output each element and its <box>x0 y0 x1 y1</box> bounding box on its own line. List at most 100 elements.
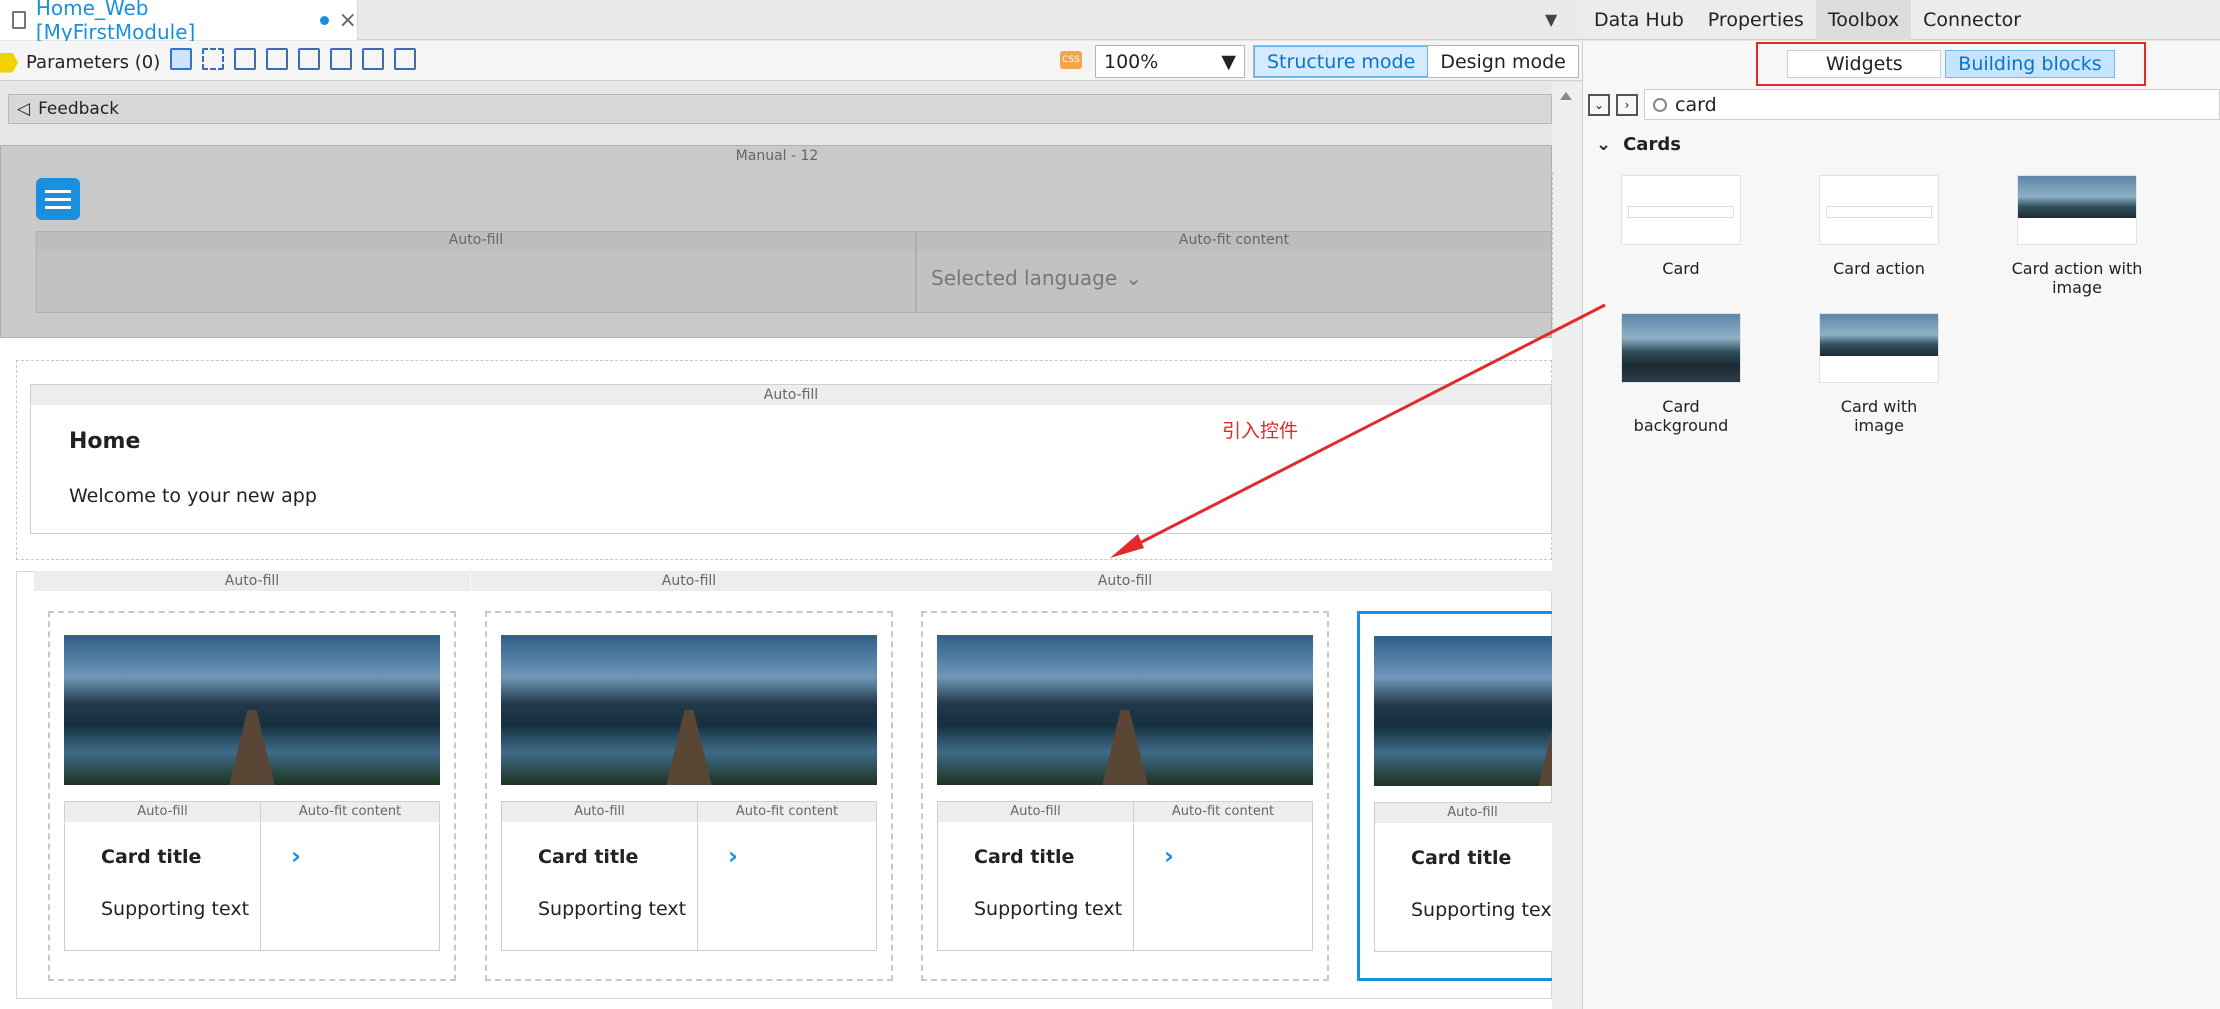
zoom-select[interactable]: 100% ▼ <box>1095 45 1245 78</box>
card-column[interactable]: Auto-fill Auto-fill Card title Supportin… <box>34 571 470 999</box>
autofill-label: Auto-fill <box>907 571 1343 591</box>
data-view-icon[interactable] <box>266 48 288 70</box>
collapse-all-icon[interactable]: › <box>1616 93 1638 116</box>
structure-tree-icon[interactable] <box>394 48 416 70</box>
toolbox-item-card[interactable]: Card <box>1616 175 1746 278</box>
css-icon[interactable]: CSS <box>1060 51 1082 69</box>
card-thumbnail <box>1621 175 1741 245</box>
megaphone-icon: ◁ <box>17 99 31 119</box>
tab-properties[interactable]: Properties <box>1696 0 1816 40</box>
card-title: Card title <box>101 846 202 868</box>
annotation-arrow <box>1110 303 1606 558</box>
building-blocks-segment[interactable]: Building blocks <box>1945 50 2115 78</box>
autofill-label: Auto-fill <box>938 802 1133 822</box>
autofill-label: Auto-fill <box>502 802 697 822</box>
card-supporting-text: Supporting text <box>538 898 687 920</box>
chevron-down-icon: ⌄ <box>1125 266 1142 290</box>
search-icon <box>1653 97 1667 112</box>
category-label: Cards <box>1623 134 1681 155</box>
card[interactable]: Auto-fill Card title Supporting text Aut… <box>921 611 1329 981</box>
toolbox-item-card-action[interactable]: Card action <box>1814 175 1944 278</box>
zoom-value: 100% <box>1104 50 1159 73</box>
card-title: Card title <box>974 846 1075 868</box>
toolbox-item-label: Card action with image <box>2011 259 2143 297</box>
card-action-thumbnail <box>1819 175 1939 245</box>
tab-data-hub[interactable]: Data Hub <box>1582 0 1696 40</box>
unsaved-dot-icon <box>319 15 329 25</box>
card-body: Auto-fill Card title Supporting text Aut… <box>937 801 1313 951</box>
card-supporting-text: Supporting text <box>974 898 1123 920</box>
autofit-label: Auto-fit content <box>917 232 1551 250</box>
toolbox-item-card-with-image[interactable]: Card with image <box>1814 313 1944 435</box>
card-action-image-thumbnail <box>2017 175 2137 245</box>
header-autofill-cell[interactable]: Auto-fill <box>36 231 916 313</box>
container-icon[interactable] <box>202 48 224 70</box>
toolbox-item-label: Card <box>1662 259 1700 278</box>
toolbox-item-card-background[interactable]: Card background <box>1616 313 1746 435</box>
page-title: Home <box>69 429 141 454</box>
autofill-label: Au <box>1343 571 1552 591</box>
autofill-label: Auto-fill <box>34 571 470 591</box>
text-box-icon[interactable] <box>298 48 320 70</box>
toolbox-item-label: Card with image <box>1840 397 1918 435</box>
card-column[interactable]: Au Auto-fill Card title Supporting text <box>1343 571 1552 999</box>
layout-grid-icon[interactable] <box>234 48 256 70</box>
parameter-tag-icon <box>0 52 18 73</box>
card[interactable]: Auto-fill Card title Supporting text Aut… <box>48 611 456 981</box>
parameters-label: Parameters (0) <box>26 52 161 73</box>
card-supporting-text: Supporting text <box>101 898 250 920</box>
card[interactable]: Auto-fill Card title Supporting text Aut… <box>485 611 893 981</box>
card-with-image-thumbnail <box>1819 313 1939 383</box>
right-pane-tabs: Data Hub Properties Toolbox Connector <box>1582 0 2220 40</box>
toolbox-search-input[interactable]: card <box>1644 89 2220 120</box>
search-value: card <box>1675 93 1717 116</box>
toolbox-search-row: ⌄ › card <box>1588 88 2220 121</box>
conditional-visibility-icon[interactable] <box>362 48 384 70</box>
category-cards-header[interactable]: ⌄ Cards <box>1596 134 1681 155</box>
close-icon[interactable]: × <box>339 8 357 33</box>
autofill-label: Auto-fill <box>37 232 915 250</box>
autofit-label: Auto-fit content <box>1134 802 1312 822</box>
design-mode-button[interactable]: Design mode <box>1428 46 1578 77</box>
card-column[interactable]: Auto-fill Auto-fill Card title Supportin… <box>471 571 907 999</box>
scroll-up-icon[interactable] <box>1560 92 1572 100</box>
feedback-label: Feedback <box>38 99 120 119</box>
mode-toggle: Structure mode Design mode <box>1253 45 1579 78</box>
autofill-label: Auto-fill <box>65 802 260 822</box>
tab-toolbox[interactable]: Toolbox <box>1815 0 1912 40</box>
card-image <box>937 635 1313 785</box>
card-body: Auto-fill Card title Supporting text <box>1374 802 1552 952</box>
expand-all-icon[interactable]: ⌄ <box>1588 93 1610 116</box>
autofit-label: Auto-fit content <box>261 802 439 822</box>
language-selector-label: Selected language <box>931 266 1118 290</box>
card-image <box>64 635 440 785</box>
card-column[interactable]: Auto-fill Auto-fill Card title Supportin… <box>907 571 1343 999</box>
editor-tab-title: Home_Web [MyFirstModule] <box>35 0 196 44</box>
chevron-down-icon: ▼ <box>1221 50 1236 73</box>
card-selected[interactable]: Auto-fill Card title Supporting text <box>1357 611 1552 981</box>
toolbar-icon-group <box>170 48 416 70</box>
tab-connector[interactable]: Connector <box>1911 0 2033 40</box>
language-selector[interactable]: Selected language ⌄ <box>931 266 1142 290</box>
toolbox-item-card-action-with-image[interactable]: Card action with image <box>1992 175 2162 297</box>
editor-tab-home-web[interactable]: Home_Web [MyFirstModule] × <box>0 0 358 44</box>
autofill-label: Auto-fill <box>471 571 907 591</box>
card-background-thumbnail <box>1621 313 1741 383</box>
button-icon[interactable] <box>330 48 352 70</box>
parameters-button[interactable]: Parameters (0) <box>0 52 160 73</box>
chevron-right-icon[interactable]: › <box>291 842 301 870</box>
card-supporting-text: Supporting text <box>1411 899 1552 921</box>
autofit-label: Auto-fit content <box>698 802 876 822</box>
chevron-right-icon[interactable]: › <box>1164 842 1174 870</box>
toolbox-segment-toggle: Widgets Building blocks <box>1756 42 2146 86</box>
autofill-label: Auto-fill <box>1375 803 1552 823</box>
menu-button[interactable] <box>36 178 80 220</box>
header-label: Manual - 12 <box>735 148 819 164</box>
structure-mode-button[interactable]: Structure mode <box>1254 46 1429 77</box>
feedback-widget[interactable]: ◁ Feedback <box>8 94 1552 124</box>
tab-overflow-dropdown-icon[interactable]: ▼ <box>1545 10 1557 29</box>
card-body: Auto-fill Card title Supporting text Aut… <box>501 801 877 951</box>
chevron-right-icon[interactable]: › <box>728 842 738 870</box>
pointer-select-icon[interactable] <box>170 48 192 70</box>
widgets-segment[interactable]: Widgets <box>1787 50 1942 78</box>
